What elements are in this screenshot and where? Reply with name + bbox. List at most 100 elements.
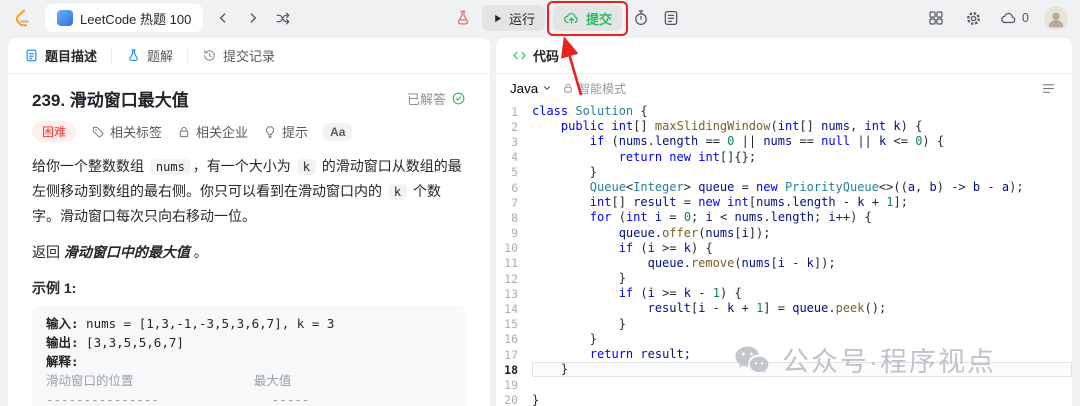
problem-content: 239. 滑动窗口最大值 已解答 困难 相关标签 相关企业 提示 Aa 给你一个… [8, 74, 490, 406]
example-title: 示例 1: [32, 280, 77, 296]
line-number: 5 [511, 165, 518, 180]
format-code-button[interactable] [1039, 79, 1058, 98]
apps-grid-icon [929, 11, 943, 25]
flask-icon [129, 49, 138, 61]
prev-problem-button[interactable] [213, 8, 233, 28]
align-lines-icon [1042, 83, 1055, 93]
gear-icon [967, 11, 980, 25]
problem-list-button[interactable]: LeetCode 热题 100 [45, 4, 204, 32]
language-selector[interactable]: Java [510, 81, 552, 96]
line-number: 18 [504, 362, 518, 377]
cloud-icon [1001, 12, 1016, 24]
chevron-right-icon [250, 13, 257, 23]
topbar: LeetCode 热题 100 运行 提交 0 [0, 0, 1080, 96]
solved-label: 已解答 [406, 92, 446, 107]
tab-separator [111, 48, 113, 63]
line-number: 19 [504, 377, 518, 392]
chevron-down-icon [544, 86, 551, 90]
document-icon [26, 49, 37, 62]
line-number: 13 [504, 286, 518, 301]
tab-description[interactable]: 题目描述 [24, 46, 97, 65]
code-line-5[interactable]: 5 } [496, 165, 1072, 180]
main-area: 题目描述 题解 提交记录 239. 滑动窗口最大值 已解答 困难 相关标签 相关… [8, 38, 1072, 406]
line-number: 8 [511, 210, 518, 225]
bulb-icon [266, 125, 275, 138]
line-number: 7 [511, 195, 518, 210]
font-size-button[interactable]: Aa [323, 122, 353, 141]
code-line-4[interactable]: 4 return new int[]{}; [496, 150, 1072, 165]
notes-button[interactable] [660, 7, 682, 29]
problem-title: 239. 滑动窗口最大值 [32, 91, 189, 110]
code-line-7[interactable]: 7 int[] result = new int[nums.length - k… [496, 195, 1072, 210]
flask-icon [457, 10, 469, 25]
shuffle-button[interactable] [273, 8, 294, 29]
code-line-3[interactable]: 3 if (nums.length == 0 || nums == null |… [496, 134, 1072, 149]
topbar-right-group: 0 [925, 6, 1068, 30]
code-line-17[interactable]: 17 return result; [496, 347, 1072, 362]
person-icon [1048, 12, 1064, 28]
history-clock-icon [204, 50, 215, 61]
hint-button[interactable]: 提示 [263, 122, 308, 141]
code-line-20[interactable]: 20} [496, 393, 1072, 406]
run-button[interactable]: 运行 [482, 5, 546, 31]
submit-button[interactable]: 提交 [553, 5, 623, 31]
tab-submissions[interactable]: 提交记录 [202, 46, 275, 65]
line-number: 6 [511, 180, 518, 195]
next-problem-button[interactable] [243, 8, 263, 28]
line-number: 16 [504, 332, 518, 347]
description-paragraph-1: 给你一个整数数组 nums ，有一个大小为 k 的滑动窗口从数组的最左侧移动到数组… [32, 158, 462, 224]
line-number: 15 [504, 317, 518, 332]
code-editor[interactable]: 1 class Solution {2 public int[] maxSlidi… [496, 102, 1072, 406]
line-number: 9 [511, 226, 518, 241]
code-line-14[interactable]: 14 result[i - k + 1] = queue.peek(); [496, 301, 1072, 316]
run-label: 运行 [509, 11, 536, 27]
smart-mode-label: 智能模式 [578, 81, 627, 96]
line-number: 14 [504, 302, 518, 317]
tab-solutions[interactable]: 题解 [126, 46, 173, 65]
user-avatar[interactable] [1044, 6, 1068, 30]
code-line-11[interactable]: 11 queue.remove(nums[i - k]); [496, 256, 1072, 271]
cloud-storage-button[interactable]: 0 [1000, 9, 1029, 27]
description-paragraph-2: 返回 滑动窗口中的最大值 。 [32, 244, 208, 260]
code-line-19[interactable]: 19 [496, 377, 1072, 392]
code-line-10[interactable]: 10 if (i >= k) { [496, 241, 1072, 256]
tab-separator [187, 48, 189, 63]
apps-grid-button[interactable] [925, 7, 947, 29]
tab-code-label: 代码 [533, 49, 560, 64]
cloud-upload-icon [564, 12, 578, 24]
example-line: --------------- ----- [46, 392, 310, 406]
line-number: 3 [511, 134, 518, 149]
submit-button-annotated-area: 提交 [547, 1, 629, 96]
code-line-15[interactable]: 15 } [496, 317, 1072, 332]
example-line: 滑动窗口的位置 最大值 [46, 373, 292, 388]
code-line-6[interactable]: 6 Queue<Integer> queue = new PriorityQue… [496, 180, 1072, 195]
problem-list-label: LeetCode 热题 100 [80, 11, 192, 27]
code-line-8[interactable]: 8 for (int i = 0; i < nums.length; i++) … [496, 210, 1072, 225]
note-icon [664, 10, 678, 26]
example-block: 输入: nums = [1,3,-1,-3,5,3,6,7], k = 3 输出:… [32, 306, 466, 406]
related-tags-button[interactable]: 相关标签 [91, 122, 162, 141]
debug-flask-button[interactable] [452, 7, 474, 29]
code-line-1[interactable]: 1 class Solution { [496, 104, 1072, 119]
problem-panel: 题目描述 题解 提交记录 239. 滑动窗口最大值 已解答 困难 相关标签 相关… [8, 38, 490, 406]
editor-toolbar: Java 智能模式 [496, 74, 1072, 102]
settings-button[interactable] [962, 7, 985, 30]
related-companies-button[interactable]: 相关企业 [177, 122, 248, 141]
leetcode-logo-icon[interactable] [12, 7, 35, 30]
line-number: 11 [504, 256, 518, 271]
code-line-2[interactable]: 2 public int[] maxSlidingWindow(int[] nu… [496, 119, 1072, 134]
timer-button[interactable] [630, 7, 652, 29]
tab-code[interactable]: 代码 [512, 46, 559, 65]
code-line-18[interactable]: 18 } [496, 362, 1072, 378]
code-line-16[interactable]: 16 } [496, 332, 1072, 347]
smart-mode-indicator[interactable]: 智能模式 [562, 80, 626, 97]
code-line-9[interactable]: 9 queue.offer(nums[i]); [496, 226, 1072, 241]
code-line-13[interactable]: 13 if (i >= k - 1) { [496, 286, 1072, 301]
line-number: 4 [511, 150, 518, 165]
code-line-12[interactable]: 12 } [496, 271, 1072, 286]
example-line: 输出: [3,3,5,5,6,7] [46, 335, 184, 350]
code-brackets-icon [513, 51, 526, 60]
check-circle-icon [452, 92, 465, 105]
example-line: 输入: nums = [1,3,-1,-3,5,3,6,7], k = 3 [46, 316, 335, 331]
study-plan-thumbnail-icon [57, 10, 73, 26]
